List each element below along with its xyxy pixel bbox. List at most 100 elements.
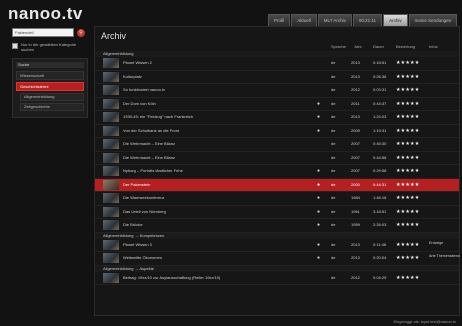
sidebar-item-3[interactable]: Zeitgeschichte (20, 103, 84, 111)
row-language: de (331, 241, 336, 247)
row-title: Die Wannseekonferenz (123, 195, 165, 200)
rating-stars[interactable]: ★★★★★ (396, 111, 419, 124)
status-dot-icon: ● (317, 241, 321, 248)
table-row[interactable]: Die Brücke ● de 1959 2:26:03 ★★★★★ (95, 219, 459, 233)
row-language: de (331, 195, 336, 200)
rating-stars[interactable]: ★★★★★ (396, 138, 419, 151)
table-row[interactable]: Der Dom von Köln ● de 2011 0:44:37 ★★★★★ (95, 98, 459, 111)
video-thumbnail[interactable] (103, 206, 119, 217)
rating-stars[interactable]: ★★★★★ (396, 84, 419, 97)
app-window: nanoo.tv Profil Aktuell MLT Archiv 00:21:11… (0, 0, 462, 326)
column-header-duration[interactable]: Dauer (373, 44, 384, 50)
column-header-lang[interactable]: Sprache (331, 44, 346, 50)
table-row[interactable]: Kulturplatz de 2013 0:26:36 ★★★★★ (95, 71, 459, 84)
column-header-year[interactable]: Jahr (354, 44, 362, 50)
video-thumbnail[interactable] (103, 85, 119, 95)
sidebar-item-2[interactable]: Allgemeinbildung (20, 93, 84, 101)
row-language: de (331, 274, 336, 280)
rating-stars[interactable]: ★★★★★ (396, 272, 419, 285)
row-title: Die Brücke (123, 222, 143, 227)
rating-stars[interactable]: ★★★★★ (396, 152, 419, 165)
table-row[interactable]: Planet Wissen 2 de 2013 0:18:51 ★★★★★ (95, 57, 459, 71)
row-duration: 0:11:46 (373, 241, 387, 247)
video-thumbnail[interactable] (103, 125, 119, 136)
table-row[interactable]: Der Pakenstein ● de 2000 0:44:31 ★★★★★ (95, 178, 459, 192)
row-title: So funktioniert nanoo.tv (123, 87, 166, 92)
rating-stars[interactable]: ★★★★★ (396, 206, 419, 219)
row-year: 2013 (351, 73, 360, 79)
rating-stars[interactable]: ★★★★★ (396, 252, 419, 265)
row-year: 2000 (351, 181, 360, 187)
rating-stars[interactable]: ★★★★★ (396, 219, 419, 232)
video-thumbnail[interactable] (103, 253, 119, 263)
row-language: de (331, 127, 336, 133)
video-thumbnail[interactable] (103, 98, 119, 109)
table-row[interactable]: Die Wehrmacht – Eine Bilanz de 2007 0:45:30… (95, 138, 459, 152)
video-thumbnail[interactable] (103, 166, 119, 176)
row-duration: 0:44:37 (373, 100, 387, 106)
row-language: de (331, 222, 336, 227)
rating-stars[interactable]: ★★★★★ (396, 165, 419, 178)
video-thumbnail[interactable] (103, 272, 119, 283)
category-checkbox[interactable] (12, 43, 18, 49)
search-input[interactable] (12, 28, 74, 37)
row-year: 1961 (351, 208, 360, 214)
sidebar-item-1[interactable]: Geschichtslehre (16, 82, 84, 91)
rating-stars[interactable]: ★★★★★ (396, 71, 419, 84)
video-thumbnail[interactable] (103, 239, 119, 250)
video-thumbnail[interactable] (103, 112, 119, 122)
column-header-info[interactable]: Infos (429, 44, 438, 50)
status-dot-icon: ● (317, 181, 321, 188)
video-thumbnail[interactable] (103, 220, 119, 230)
rating-stars[interactable]: ★★★★★ (396, 125, 419, 138)
search-icon: ⚲ (79, 29, 83, 36)
rating-stars[interactable]: ★★★★★ (396, 239, 419, 252)
row-year: 2013 (351, 60, 360, 65)
tab-5[interactable]: meine Sendungen (408, 14, 458, 26)
page-title: Archiv (101, 31, 127, 41)
sidebar-item-0[interactable]: Wissenschaft (16, 71, 84, 80)
video-thumbnail[interactable] (103, 139, 119, 149)
row-duration: 0:03:31 (373, 87, 387, 92)
table-row[interactable]: Die Wannseekonferenz ● de 1984 1:46:18 ★★★★★ (95, 192, 459, 206)
table-row[interactable]: Die Wehrmacht – Eine Bilanz de 2007 0:44:58… (95, 152, 459, 165)
table-row[interactable]: Weltweitte Ökonomen ● de 2013 0:20:04 ★★★★★ Ar… (95, 252, 460, 266)
table-row[interactable]: 1939-45: ein "Feldzug" nach Frankreich ● d… (95, 111, 459, 125)
status-dot-icon: ● (317, 127, 321, 134)
search-row: ⚲ (12, 28, 88, 37)
table-row[interactable]: Von der Schulbank an die Front ● de 2009 1:1… (95, 125, 459, 138)
search-button[interactable]: ⚲ (77, 28, 85, 37)
table-row[interactable]: So funktioniert nanoo.tv de 2012 0:03:31 ★★★… (95, 84, 459, 98)
tab-3[interactable]: 00:21:11 (352, 14, 383, 26)
row-language: de (331, 255, 336, 260)
table-row[interactable]: Nyborg – Porträts ländlicher Fehe ● de 2007… (95, 165, 459, 179)
rating-stars[interactable]: ★★★★★ (396, 179, 419, 192)
column-header-rating[interactable]: Bewertung (396, 44, 415, 50)
row-language: de (331, 114, 336, 119)
row-duration: 2:26:03 (373, 222, 387, 227)
video-thumbnail[interactable] (103, 179, 119, 190)
table-row[interactable]: Beitrag: 19xx/10 zur Asylausschaffung (R… (95, 272, 459, 285)
video-thumbnail[interactable] (103, 58, 119, 68)
tab-0[interactable]: Profil (268, 14, 291, 26)
rating-stars[interactable]: ★★★★★ (396, 98, 419, 111)
rating-stars[interactable]: ★★★★★ (396, 57, 419, 70)
row-language: de (331, 100, 336, 106)
logo[interactable]: nanoo.tv (8, 4, 83, 24)
category-filter: Nur in der gewählten Kategorie suchen (12, 42, 88, 52)
table-row[interactable]: Das Urteil von Nürnberg ● de 1961 3:18:51 ★★★… (95, 206, 459, 219)
rating-stars[interactable]: ★★★★★ (396, 192, 419, 205)
status-dot-icon: ● (317, 100, 321, 107)
video-thumbnail[interactable] (103, 71, 119, 82)
row-year: 2013 (351, 241, 360, 247)
table-row[interactable]: Planet Wissen 3 ● de 2013 0:11:46 ★★★★★ Erdzei… (95, 239, 459, 252)
tab-1[interactable]: Aktuell (291, 14, 317, 26)
row-language: de (331, 154, 336, 160)
tab-2[interactable]: MLT Archiv (317, 14, 352, 26)
video-thumbnail[interactable] (103, 193, 119, 203)
tab-4[interactable]: Archiv (383, 14, 408, 26)
column-headers: Sprache Jahr Dauer Bewertung Infos (95, 44, 459, 50)
row-language: de (331, 168, 336, 173)
video-thumbnail[interactable] (103, 152, 119, 163)
row-duration: 0:44:58 (373, 154, 387, 160)
